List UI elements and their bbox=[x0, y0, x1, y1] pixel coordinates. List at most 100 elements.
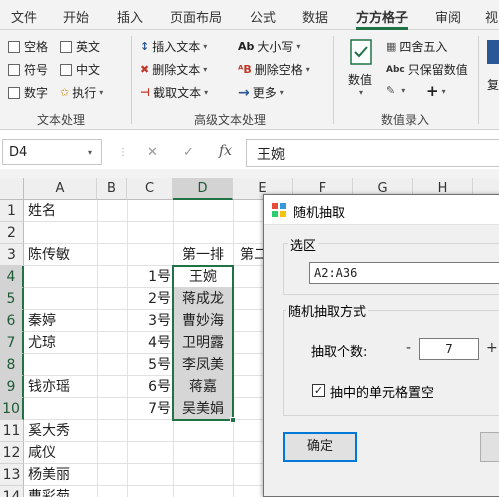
row-header[interactable]: 12 bbox=[0, 442, 24, 464]
cell-d10[interactable]: 吴美娟 bbox=[173, 398, 233, 420]
cell-d4[interactable]: 王婉 bbox=[173, 266, 233, 288]
row-header[interactable]: 13 bbox=[0, 464, 24, 486]
case-icon: Ab bbox=[238, 40, 255, 53]
extract-text-button[interactable]: ⊣ 截取文本 ▾ bbox=[140, 84, 208, 101]
cell-c5[interactable]: 2号 bbox=[127, 288, 171, 310]
cell-a6[interactable]: 秦婷 bbox=[28, 310, 56, 332]
row-header[interactable]: 9 bbox=[0, 376, 24, 398]
execute-button[interactable]: ✩ 执行 ▾ bbox=[60, 84, 103, 101]
column-header[interactable]: A bbox=[24, 178, 97, 200]
cell-d8[interactable]: 李凤美 bbox=[173, 354, 233, 376]
range-input[interactable]: A2:A36 bbox=[309, 262, 499, 284]
numeric-icon bbox=[350, 39, 372, 65]
keep-value-button[interactable]: Abc 只保留数值 bbox=[386, 61, 468, 78]
cell-a12[interactable]: 咸仪 bbox=[28, 442, 56, 464]
cell-d3[interactable]: 第一排 bbox=[173, 244, 233, 266]
name-box[interactable]: D4 bbox=[2, 139, 102, 165]
clear-cells-checkbox[interactable]: ✓ bbox=[312, 384, 325, 397]
chevron-down-icon: ▾ bbox=[359, 88, 364, 97]
row-header[interactable]: 4 bbox=[0, 266, 24, 288]
cell-c9[interactable]: 6号 bbox=[127, 376, 171, 398]
formula-input[interactable]: 王婉 bbox=[246, 139, 499, 167]
round-button[interactable]: ▦ 四舍五入 bbox=[386, 38, 447, 55]
delete-text-label: 删除文本 bbox=[152, 63, 201, 77]
cell-a3[interactable]: 陈传敏 bbox=[28, 244, 70, 266]
ok-button[interactable]: 确定 bbox=[283, 432, 357, 462]
row-header[interactable]: 7 bbox=[0, 332, 24, 354]
edit-button[interactable]: ✎ ▾ bbox=[386, 84, 405, 97]
cell-d7[interactable]: 卫明露 bbox=[173, 332, 233, 354]
tab-insert[interactable]: 插入 bbox=[117, 7, 143, 26]
cell-a14[interactable]: 曹彩菊 bbox=[28, 486, 70, 497]
cell-c10[interactable]: 7号 bbox=[127, 398, 171, 420]
checkbox-icon bbox=[8, 86, 20, 99]
row-header[interactable]: 8 bbox=[0, 354, 24, 376]
tab-formulas[interactable]: 公式 bbox=[250, 7, 276, 26]
tab-home[interactable]: 开始 bbox=[63, 7, 89, 26]
row-header[interactable]: 5 bbox=[0, 288, 24, 310]
check-icon: ✓ bbox=[313, 384, 324, 397]
tab-page-layout[interactable]: 页面布局 bbox=[170, 7, 222, 26]
divider-strip bbox=[0, 169, 499, 178]
column-header[interactable]: D bbox=[173, 178, 233, 200]
checkbox-chinese[interactable]: 中文 bbox=[60, 61, 100, 78]
fx-icon[interactable]: fx bbox=[219, 143, 232, 159]
cell-d5[interactable]: 蒋成龙 bbox=[173, 288, 233, 310]
cell-c6[interactable]: 3号 bbox=[127, 310, 171, 332]
chevron-down-icon: ▾ bbox=[99, 88, 104, 97]
cell-a11[interactable]: 奚大秀 bbox=[28, 420, 70, 442]
cell-a1[interactable]: 姓名 bbox=[28, 200, 56, 222]
decrement-button[interactable]: - bbox=[406, 340, 411, 356]
row-header[interactable]: 11 bbox=[0, 420, 24, 442]
row-header[interactable]: 3 bbox=[0, 244, 24, 266]
dialog-titlebar[interactable]: 随机抽取 bbox=[264, 195, 499, 225]
remove-space-button[interactable]: ᴬB 删除空格 ▾ bbox=[238, 61, 310, 78]
checkbox-label: 中文 bbox=[76, 63, 101, 77]
partial-icon bbox=[487, 40, 499, 64]
cell-d9[interactable]: 蒋嘉 bbox=[173, 376, 233, 398]
row-header[interactable]: 10 bbox=[0, 398, 24, 420]
column-header[interactable]: B bbox=[97, 178, 127, 200]
tab-view[interactable]: 视 bbox=[485, 7, 498, 26]
checkbox-space[interactable]: 空格 bbox=[8, 38, 48, 55]
more-button[interactable]: → 更多 ▾ bbox=[238, 84, 284, 101]
row-header[interactable]: 2 bbox=[0, 222, 24, 244]
case-button[interactable]: Ab 大小写 ▾ bbox=[238, 38, 300, 55]
cell-c8[interactable]: 5号 bbox=[127, 354, 171, 376]
increment-button[interactable]: + bbox=[486, 340, 498, 356]
tab-data[interactable]: 数据 bbox=[302, 7, 328, 26]
tab-fangfang[interactable]: 方方格子 bbox=[356, 7, 408, 26]
cell-c4[interactable]: 1号 bbox=[127, 266, 171, 288]
more-label: 更多 bbox=[252, 86, 277, 100]
checkbox-icon bbox=[60, 63, 72, 76]
cell-c7[interactable]: 4号 bbox=[127, 332, 171, 354]
cell-d6[interactable]: 曹妙海 bbox=[173, 310, 233, 332]
chevron-down-icon[interactable]: ▾ bbox=[88, 148, 92, 157]
insert-text-button[interactable]: ↕ 插入文本 ▾ bbox=[140, 38, 207, 55]
cell-a9[interactable]: 钱亦瑶 bbox=[28, 376, 70, 398]
delete-text-button[interactable]: ✖ 删除文本 ▾ bbox=[140, 61, 207, 78]
row-header[interactable]: 14 bbox=[0, 486, 24, 497]
checkbox-english[interactable]: 英文 bbox=[60, 38, 100, 55]
cancel-icon[interactable]: ✕ bbox=[147, 145, 158, 160]
select-all-corner[interactable] bbox=[0, 178, 24, 200]
insert-text-label: 插入文本 bbox=[152, 40, 201, 54]
tab-review[interactable]: 审阅 bbox=[435, 7, 461, 26]
group-label-numeric: 数值录入 bbox=[381, 113, 430, 127]
cell-a13[interactable]: 杨美丽 bbox=[28, 464, 70, 486]
count-input[interactable]: 7 bbox=[419, 338, 479, 360]
plus-button[interactable]: + ▾ bbox=[426, 82, 446, 100]
cancel-button[interactable] bbox=[480, 432, 499, 462]
row-header[interactable]: 1 bbox=[0, 200, 24, 222]
check-icon[interactable]: ✓ bbox=[183, 145, 194, 160]
partial-button[interactable]: 复 bbox=[487, 40, 499, 110]
cell-a7[interactable]: 尤琼 bbox=[28, 332, 56, 354]
numeric-button[interactable]: 数值 ▾ bbox=[344, 38, 378, 104]
column-header[interactable]: C bbox=[127, 178, 173, 200]
tab-file[interactable]: 文件 bbox=[11, 7, 37, 26]
row-header[interactable]: 6 bbox=[0, 310, 24, 332]
checkbox-number[interactable]: 数字 bbox=[8, 84, 48, 101]
checkbox-symbol[interactable]: 符号 bbox=[8, 61, 48, 78]
gridline bbox=[97, 200, 98, 497]
count-label: 抽取个数: bbox=[311, 345, 368, 360]
